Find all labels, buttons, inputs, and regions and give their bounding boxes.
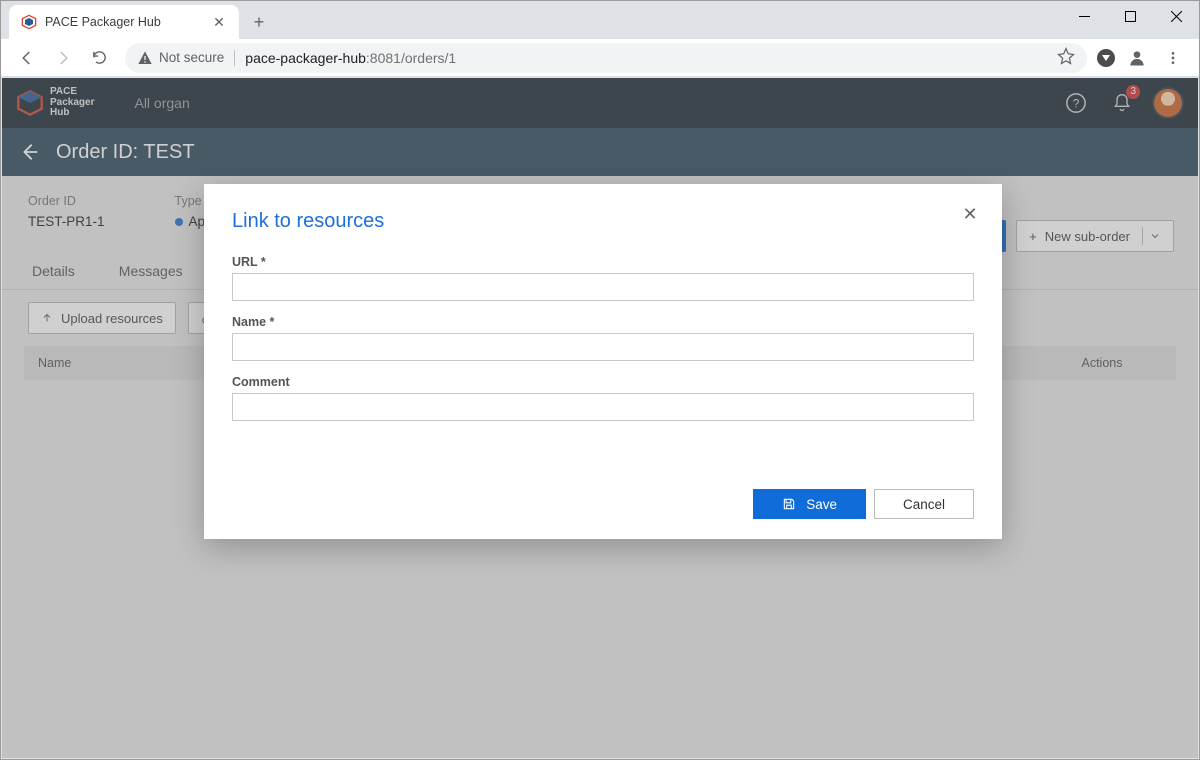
url-input[interactable]: [232, 273, 974, 301]
browser-window: PACE Packager Hub ✕ + Not secure: [0, 0, 1200, 760]
url-label: URL *: [232, 255, 974, 269]
save-icon: [782, 497, 796, 511]
comment-input[interactable]: [232, 393, 974, 421]
modal-close-button[interactable]: ✕: [958, 202, 982, 226]
warning-icon: [137, 50, 153, 66]
cancel-button[interactable]: Cancel: [874, 489, 974, 519]
window-maximize-button[interactable]: [1107, 1, 1153, 31]
comment-label: Comment: [232, 375, 974, 389]
omnibox-separator: [234, 50, 235, 66]
modal-actions: Save Cancel: [232, 489, 974, 519]
cancel-label: Cancel: [903, 497, 945, 512]
security-text: Not secure: [159, 50, 224, 65]
save-label: Save: [806, 497, 837, 512]
tab-title: PACE Packager Hub: [45, 15, 203, 29]
bookmark-star-icon[interactable]: [1057, 47, 1075, 68]
nav-back-button[interactable]: [11, 42, 43, 74]
address-bar: Not secure pace-packager-hub:8081/orders…: [1, 39, 1199, 77]
name-label: Name *: [232, 315, 974, 329]
tab-close-icon[interactable]: ✕: [211, 14, 227, 30]
window-controls: [1061, 1, 1199, 31]
omnibox[interactable]: Not secure pace-packager-hub:8081/orders…: [125, 43, 1087, 73]
link-resources-modal: ✕ Link to resources URL * Name * Comment…: [204, 184, 1002, 539]
tab-strip: PACE Packager Hub ✕ +: [1, 1, 1061, 39]
save-button[interactable]: Save: [753, 489, 866, 519]
tab-favicon: [21, 14, 37, 30]
nav-forward-button[interactable]: [47, 42, 79, 74]
extension-button[interactable]: [1097, 49, 1115, 67]
window-close-button[interactable]: [1153, 1, 1199, 31]
url-text: pace-packager-hub:8081/orders/1: [245, 50, 456, 66]
name-input[interactable]: [232, 333, 974, 361]
nav-reload-button[interactable]: [83, 42, 115, 74]
window-minimize-button[interactable]: [1061, 1, 1107, 31]
titlebar: PACE Packager Hub ✕ +: [1, 1, 1199, 39]
browser-tab[interactable]: PACE Packager Hub ✕: [9, 5, 239, 39]
security-indicator[interactable]: Not secure: [137, 50, 224, 66]
modal-title: Link to resources: [232, 210, 974, 233]
menu-button[interactable]: [1157, 42, 1189, 74]
app-viewport: PACE Packager Hub All organ ? 3: [2, 78, 1198, 758]
profile-button[interactable]: [1121, 42, 1153, 74]
new-tab-button[interactable]: +: [245, 8, 273, 36]
